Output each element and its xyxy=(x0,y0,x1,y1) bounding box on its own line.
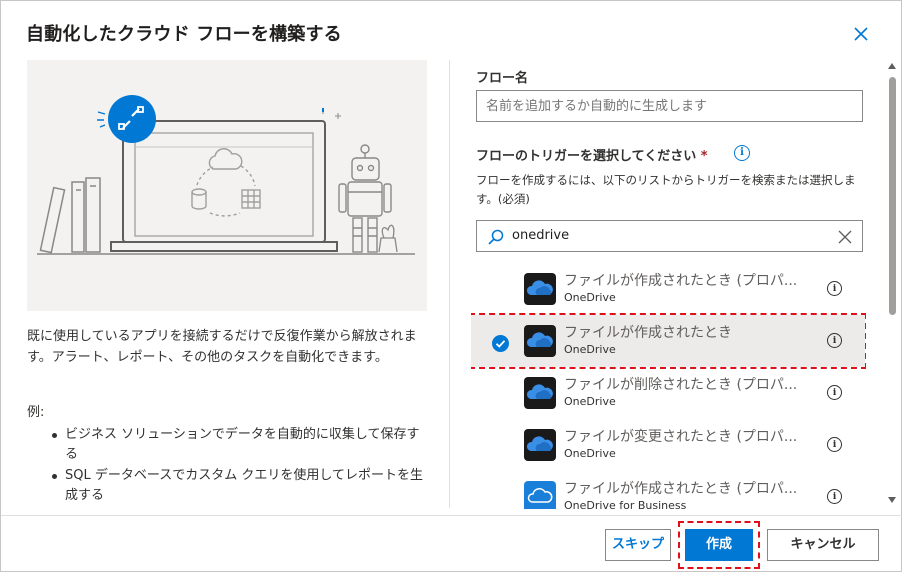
onedrive-icon xyxy=(524,377,556,409)
trigger-item[interactable]: ファイルが作成されたとき (プロパ... OneDrive for Busine… xyxy=(471,471,865,509)
example-item: SQL データベースでカスタム クエリを使用してレポートを生成する xyxy=(47,466,427,506)
flow-name-input[interactable] xyxy=(476,90,863,122)
trigger-title: ファイルが変更されたとき (プロパ... xyxy=(564,429,798,445)
trigger-title: ファイルが作成されたとき xyxy=(564,325,732,341)
trigger-app: OneDrive xyxy=(564,447,616,460)
checkmark-icon xyxy=(492,335,509,352)
info-icon[interactable]: i xyxy=(827,281,842,296)
search-value: onedrive xyxy=(512,228,570,243)
trigger-item-selected[interactable]: ファイルが作成されたとき OneDrive i xyxy=(471,313,866,369)
scrollbar-thumb[interactable] xyxy=(889,77,896,315)
illustration xyxy=(27,60,427,311)
onedrive-icon xyxy=(524,325,556,357)
create-flow-dialog: 自動化したクラウド フローを構築する 既に使用しているアプリを接続するだけで反復… xyxy=(0,0,902,572)
skip-button[interactable]: スキップ xyxy=(605,529,671,561)
trigger-item[interactable]: ファイルが削除されたとき (プロパ... OneDrive i xyxy=(471,367,865,419)
trigger-item[interactable]: ファイルが変更されたとき (プロパ... OneDrive i xyxy=(471,419,865,471)
info-icon[interactable]: i xyxy=(827,333,842,348)
bullet-icon xyxy=(52,474,57,479)
trigger-item[interactable]: ファイルが作成されたとき (プロパ... OneDrive i xyxy=(471,263,865,315)
trigger-search-input[interactable]: onedrive xyxy=(476,220,863,252)
info-icon[interactable]: i xyxy=(827,489,842,504)
trigger-label-text: フローのトリガーを選択してください xyxy=(476,149,697,164)
example-item-text: ビジネス ソリューションでデータを自動的に収集して保存する xyxy=(65,427,420,462)
trigger-app: OneDrive xyxy=(564,343,616,356)
info-icon[interactable]: i xyxy=(827,437,842,452)
info-icon[interactable]: i xyxy=(827,385,842,400)
trigger-title: ファイルが作成されたとき (プロパ... xyxy=(564,273,798,289)
example-list: ビジネス ソリューションでデータを自動的に収集して保存する SQL データベース… xyxy=(47,425,427,507)
description-text: 既に使用しているアプリを接続するだけで反復作業から解放されます。アラート、レポー… xyxy=(27,329,417,365)
bullet-icon xyxy=(52,433,57,438)
panel-divider xyxy=(449,60,450,508)
scroll-up-icon[interactable] xyxy=(888,63,896,69)
trigger-title: ファイルが削除されたとき (プロパ... xyxy=(564,377,798,393)
example-item: ビジネス ソリューションでデータを自動的に収集して保存する xyxy=(47,425,427,465)
trigger-app: OneDrive xyxy=(564,291,616,304)
onedrive-icon xyxy=(524,429,556,461)
required-mark: * xyxy=(700,149,708,164)
cancel-button[interactable]: キャンセル xyxy=(767,529,879,561)
trigger-hint: フローを作成するには、以下のリストからトリガーを検索または選択します。(必須) xyxy=(476,173,856,206)
footer-divider xyxy=(1,515,902,516)
create-button[interactable]: 作成 xyxy=(685,529,753,561)
search-icon xyxy=(488,229,504,245)
example-item-text: SQL データベースでカスタム クエリを使用してレポートを生成する xyxy=(65,468,423,503)
example-label: 例: xyxy=(27,405,45,420)
trigger-app: OneDrive for Business xyxy=(564,499,687,509)
trigger-list: ファイルが作成されたとき (プロパ... OneDrive i ファイルが作成さ… xyxy=(471,263,866,509)
clear-icon[interactable] xyxy=(837,229,853,245)
flow-name-label: フロー名 xyxy=(476,71,529,86)
scroll-down-icon[interactable] xyxy=(888,497,896,503)
info-icon[interactable]: i xyxy=(734,145,750,161)
trigger-label: フローのトリガーを選択してください * xyxy=(476,145,708,164)
trigger-app: OneDrive xyxy=(564,395,616,408)
close-icon[interactable] xyxy=(850,23,872,45)
dialog-title: 自動化したクラウド フローを構築する xyxy=(26,24,342,45)
trigger-title: ファイルが作成されたとき (プロパ... xyxy=(564,481,798,497)
onedrive-for-business-icon xyxy=(524,481,556,509)
scrollbar[interactable] xyxy=(886,63,898,507)
onedrive-icon xyxy=(524,273,556,305)
